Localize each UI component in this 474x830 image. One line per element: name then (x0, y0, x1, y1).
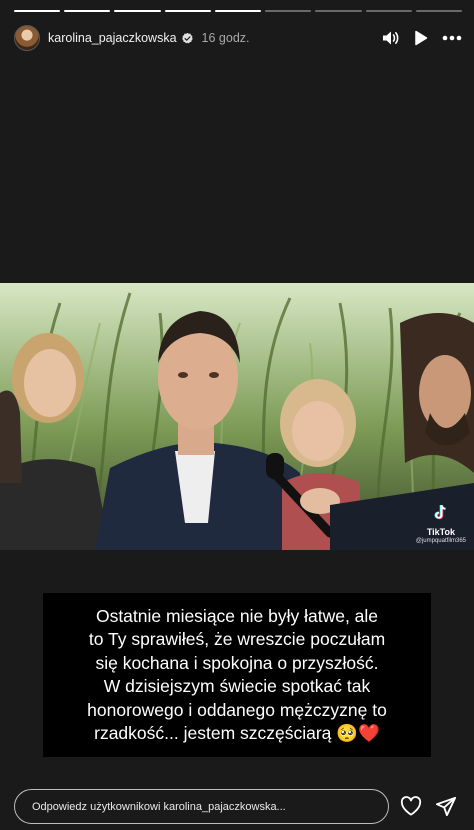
caption-line: honorowego i oddanego mężczyznę to (87, 699, 387, 720)
username[interactable]: karolina_pajaczkowska (48, 31, 177, 45)
tiktok-handle: @jumpquatfilm365 (415, 538, 466, 544)
tiktok-watermark: TikTok @jumpquatfilm365 (416, 504, 466, 544)
caption-line: to Ty sprawiłeś, że wreszcie poczułam (88, 629, 386, 649)
play-icon[interactable] (414, 30, 428, 46)
heart-icon[interactable] (400, 796, 422, 816)
progress-segment (164, 10, 211, 12)
reply-field[interactable] (14, 789, 389, 824)
progress-segment (114, 10, 161, 12)
progress-segment (265, 10, 312, 12)
progress-segment (365, 10, 412, 12)
progress-segment (14, 10, 61, 12)
more-icon[interactable] (442, 35, 462, 41)
video-frame (0, 283, 474, 550)
post-time: 16 godz. (201, 31, 250, 45)
progress-segment (315, 10, 362, 12)
progress-segment (64, 10, 111, 12)
caption-line: się kochana i spokojna o przyszłość. (95, 652, 379, 673)
reply-input[interactable] (32, 800, 388, 813)
tiktok-logo-icon (434, 504, 446, 520)
progress-segment (214, 10, 262, 12)
avatar[interactable] (14, 25, 40, 51)
verified-badge-icon (181, 32, 193, 43)
caption-line: W dzisiejszym świecie spotkać tak (103, 676, 371, 696)
caption-line: Ostatnie miesiące nie były łatwe, ale (95, 605, 379, 626)
progress-segment (415, 10, 462, 12)
story-caption: Ostatnie miesiące nie były łatwe, ale to… (43, 593, 431, 757)
caption-line: rzadkość... jestem szczęściarą 🥺❤️ (94, 723, 380, 743)
share-icon[interactable] (435, 796, 457, 817)
sound-icon[interactable] (382, 30, 400, 46)
story-video[interactable]: TikTok @jumpquatfilm365 (0, 283, 474, 550)
tiktok-label: TikTok (426, 527, 456, 537)
story-header: karolina_pajaczkowska 16 godz. (14, 24, 462, 52)
story-progress-bar (14, 10, 462, 12)
